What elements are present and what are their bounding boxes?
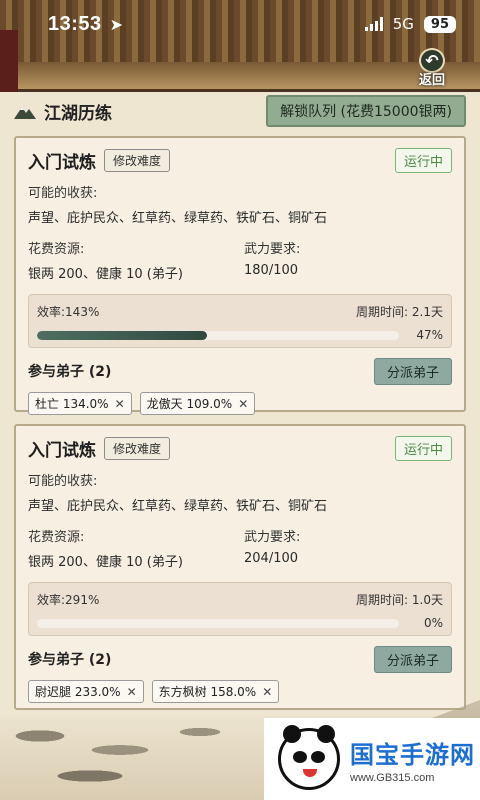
- assign-disciple-button[interactable]: 分派弟子: [373, 645, 452, 673]
- progress-track: [37, 618, 399, 628]
- page-header: 江湖历练 解锁队列 (花费15000银两): [14, 95, 466, 127]
- unlock-queue-button[interactable]: 解锁队列 (花费15000银两): [266, 95, 466, 127]
- disciple-label: 东方枫树 158.0%: [158, 685, 257, 699]
- panda-logo-icon: [278, 725, 340, 790]
- pine-tree-decoration: [0, 716, 280, 800]
- remove-icon[interactable]: ✕: [238, 397, 248, 411]
- card-title: 入门试炼: [28, 152, 96, 173]
- watermark-url: www.GB315.com: [350, 771, 435, 784]
- status-badge: 运行中: [394, 147, 452, 173]
- progress-panel: 效率:291% 周期时间: 1.0天 0%: [28, 582, 452, 636]
- edit-difficulty-button[interactable]: 修改难度: [104, 436, 171, 460]
- cost-label: 花费资源:: [28, 530, 85, 545]
- remove-icon[interactable]: ✕: [115, 397, 125, 411]
- power-value: 180/100: [244, 263, 299, 278]
- cost-value: 银两 200、健康 10 (弟子): [28, 555, 183, 570]
- back-button[interactable]: ↶ 返回: [406, 48, 458, 88]
- disciple-label: 龙傲天 109.0%: [146, 397, 233, 411]
- status-time: 13:53: [48, 12, 102, 35]
- progress-panel: 效率:143% 周期时间: 2.1天 47%: [28, 294, 452, 348]
- edit-difficulty-button[interactable]: 修改难度: [104, 148, 171, 172]
- disciple-chip[interactable]: 杜亡 134.0% ✕: [28, 392, 132, 415]
- status-badge: 运行中: [394, 435, 452, 461]
- remove-icon[interactable]: ✕: [262, 685, 272, 699]
- page-title: 江湖历练: [44, 103, 112, 124]
- efficiency-text: 效率:291%: [37, 593, 100, 607]
- cost-label: 花费资源:: [28, 242, 85, 257]
- progress-fill: [37, 330, 208, 340]
- cost-value: 银两 200、健康 10 (弟子): [28, 267, 183, 282]
- power-label: 武力要求:: [244, 530, 301, 545]
- network-type: 5G: [392, 15, 414, 33]
- disciple-chip[interactable]: 东方枫树 158.0% ✕: [151, 680, 280, 703]
- cycle-time-text: 周期时间: 1.0天: [356, 593, 443, 607]
- signal-icon: [364, 17, 383, 31]
- status-indicators: 5G 95: [364, 15, 456, 33]
- disciple-chip[interactable]: 龙傲天 109.0% ✕: [139, 392, 256, 415]
- battery-icon: 95: [423, 15, 456, 33]
- progress-track: [37, 330, 399, 340]
- disciple-chip[interactable]: 尉迟腿 233.0% ✕: [28, 680, 144, 703]
- power-label: 武力要求:: [244, 242, 301, 257]
- status-bar: 13:53 ➤ 5G 95: [0, 0, 480, 48]
- disciples-title: 参与弟子 (2): [28, 652, 112, 668]
- rewards-value: 声望、庇护民众、红草药、绿草药、铁矿石、铜矿石: [28, 499, 328, 514]
- watermark-brand: 国宝手游网: [350, 740, 475, 769]
- card-title: 入门试炼: [28, 440, 96, 461]
- remove-icon[interactable]: ✕: [127, 685, 137, 699]
- assign-disciple-button[interactable]: 分派弟子: [373, 357, 452, 385]
- training-card: 入门试炼 修改难度 运行中 可能的收获: 声望、庇护民众、红草药、绿草药、铁矿石…: [14, 424, 466, 710]
- rewards-label: 可能的收获:: [28, 474, 98, 489]
- rewards-value: 声望、庇护民众、红草药、绿草药、铁矿石、铜矿石: [28, 211, 328, 226]
- efficiency-text: 效率:143%: [37, 305, 100, 319]
- disciples-title: 参与弟子 (2): [28, 364, 112, 380]
- progress-percent: 47%: [416, 328, 443, 342]
- power-value: 204/100: [244, 551, 299, 566]
- training-card: 入门试炼 修改难度 运行中 可能的收获: 声望、庇护民众、红草药、绿草药、铁矿石…: [14, 136, 466, 415]
- disciple-label: 杜亡 134.0%: [35, 397, 109, 411]
- watermark: 国宝手游网 www.GB315.com: [264, 718, 480, 800]
- cycle-time-text: 周期时间: 2.1天: [356, 305, 443, 319]
- progress-percent: 0%: [423, 616, 443, 630]
- back-button-label: 返回: [418, 73, 445, 88]
- mountain-icon: [14, 107, 36, 119]
- location-arrow-icon: ➤: [109, 14, 124, 34]
- disciple-label: 尉迟腿 233.0%: [35, 685, 121, 699]
- rewards-label: 可能的收获:: [28, 186, 98, 201]
